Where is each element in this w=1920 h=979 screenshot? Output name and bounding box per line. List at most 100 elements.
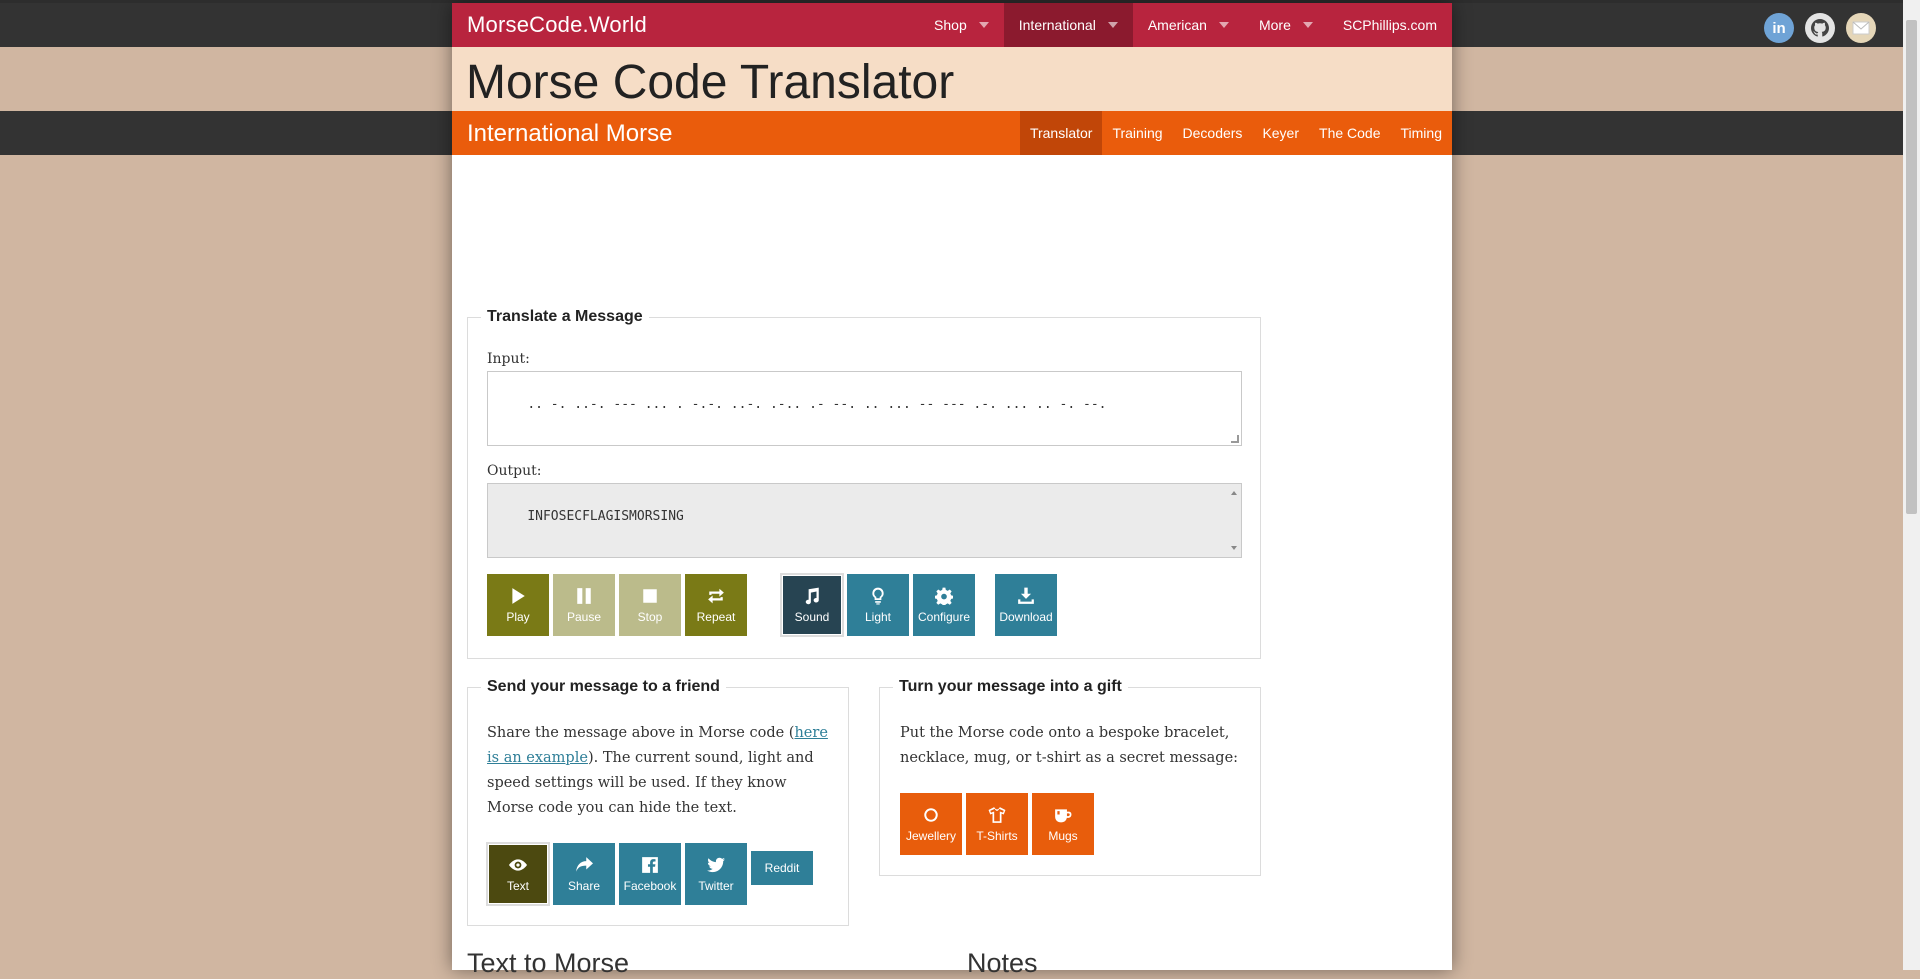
github-icon[interactable] <box>1805 13 1835 43</box>
gift-legend: Turn your message into a gift <box>899 678 1122 695</box>
mugs-button[interactable]: Mugs <box>1032 793 1094 855</box>
input-label: Input: <box>487 351 530 367</box>
page-title: Morse Code Translator <box>466 56 955 109</box>
tshirts-button[interactable]: T-Shirts <box>966 793 1028 855</box>
resize-handle[interactable] <box>1231 435 1239 443</box>
button-gap <box>751 574 781 636</box>
input-text: .. -. ..-. --- ... . -.-. ..-. .-.. .- -… <box>527 397 1107 412</box>
repeat-icon <box>706 586 726 606</box>
tab-timing[interactable]: Timing <box>1391 111 1453 155</box>
eye-icon <box>508 855 528 875</box>
page-header: Morse Code Translator <box>452 47 1452 111</box>
tab-decoders[interactable]: Decoders <box>1173 111 1253 155</box>
nav-international-label: International <box>1018 17 1096 33</box>
sound-button[interactable]: Sound <box>782 575 842 635</box>
light-button[interactable]: Light <box>847 574 909 636</box>
pause-button[interactable]: Pause <box>553 574 615 636</box>
tab-training[interactable]: Training <box>1102 111 1172 155</box>
text-label: Text <box>506 879 529 893</box>
section-subtitle: International Morse <box>467 120 673 147</box>
output-text: INFOSECFLAGISMORSING <box>527 509 684 524</box>
share-button[interactable]: Share <box>553 843 615 905</box>
ring-icon <box>921 805 941 825</box>
nav-international[interactable]: International <box>1003 3 1133 47</box>
send-legend: Send your message to a friend <box>487 678 720 695</box>
jewellery-label: Jewellery <box>905 829 956 843</box>
configure-button[interactable]: Configure <box>913 574 975 636</box>
play-button[interactable]: Play <box>487 574 549 636</box>
pause-label: Pause <box>566 610 602 624</box>
linkedin-icon[interactable]: in <box>1764 13 1794 43</box>
scroll-down-icon[interactable] <box>1231 546 1237 550</box>
nav-scphillips[interactable]: SCPhillips.com <box>1328 3 1452 47</box>
twitter-label: Twitter <box>698 879 734 893</box>
play-icon <box>508 586 528 606</box>
share-icon <box>574 855 594 875</box>
nav-shop-label: Shop <box>934 17 967 33</box>
tab-the-code[interactable]: The Code <box>1309 111 1390 155</box>
twitter-button[interactable]: Twitter <box>685 843 747 905</box>
page-scrollbar[interactable] <box>1903 0 1920 970</box>
gift-description: Put the Morse code onto a bespoke bracel… <box>900 725 1239 766</box>
light-label: Light <box>864 610 892 624</box>
caret-down-icon <box>1107 22 1118 28</box>
mail-icon[interactable] <box>1846 13 1876 43</box>
output-label: Output: <box>487 463 542 479</box>
download-icon <box>1016 586 1036 606</box>
caret-down-icon <box>978 22 989 28</box>
lightbulb-icon <box>868 586 888 606</box>
repeat-button[interactable]: Repeat <box>685 574 747 636</box>
tshirt-icon <box>987 805 1007 825</box>
download-button[interactable]: Download <box>995 574 1057 636</box>
reddit-label: Reddit <box>764 861 800 875</box>
repeat-label: Repeat <box>696 610 736 624</box>
player-buttons: Play Pause Stop Repeat Sound Light Confi… <box>487 574 1061 636</box>
jewellery-button[interactable]: Jewellery <box>900 793 962 855</box>
tab-translator[interactable]: Translator <box>1019 111 1103 155</box>
sound-label: Sound <box>794 610 830 624</box>
scroll-up-icon[interactable] <box>1231 491 1237 495</box>
site-brand[interactable]: MorseCode.World <box>467 12 647 38</box>
caret-down-icon <box>1218 22 1229 28</box>
configure-label: Configure <box>917 610 971 624</box>
tshirts-label: T-Shirts <box>976 829 1018 843</box>
share-buttons: Text Share Facebook Twitter Reddit <box>487 843 817 905</box>
send-description: Share the message above in Morse code (h… <box>487 721 833 821</box>
nav-more[interactable]: More <box>1244 3 1328 47</box>
mug-icon <box>1053 805 1073 825</box>
download-label: Download <box>999 610 1053 624</box>
pause-icon <box>574 586 594 606</box>
translate-legend: Translate a Message <box>487 308 643 325</box>
sub-navbar: International Morse Translator Training … <box>452 111 1452 155</box>
tab-keyer[interactable]: Keyer <box>1252 111 1309 155</box>
nav-american[interactable]: American <box>1133 3 1244 47</box>
page-scrollbar-thumb[interactable] <box>1906 20 1917 514</box>
notes-heading: Notes <box>967 948 1038 978</box>
facebook-icon <box>640 855 660 875</box>
nav-more-label: More <box>1258 17 1291 33</box>
twitter-icon <box>706 855 726 875</box>
page-container: MorseCode.World Shop International Ameri… <box>452 3 1452 978</box>
text-toggle-button[interactable]: Text <box>488 844 548 904</box>
music-icon <box>802 586 822 606</box>
top-nav: Shop International American More SCPhill… <box>919 3 1452 47</box>
top-navbar: MorseCode.World Shop International Ameri… <box>452 3 1452 47</box>
output-textarea[interactable]: INFOSECFLAGISMORSING <box>487 483 1242 558</box>
nav-shop[interactable]: Shop <box>919 3 1004 47</box>
mugs-label: Mugs <box>1048 829 1078 843</box>
facebook-button[interactable]: Facebook <box>619 843 681 905</box>
share-label: Share <box>567 879 601 893</box>
reddit-button[interactable]: Reddit <box>751 851 813 885</box>
gift-buttons: Jewellery T-Shirts Mugs <box>900 793 1098 855</box>
caret-down-icon <box>1302 22 1313 28</box>
text-to-morse-heading: Text to Morse <box>467 948 630 978</box>
stop-icon <box>640 586 660 606</box>
gear-icon <box>934 586 954 606</box>
nav-american-label: American <box>1147 17 1207 33</box>
send-text-before: Share the message above in Morse code ( <box>487 725 795 741</box>
button-gap <box>979 574 995 636</box>
facebook-label: Facebook <box>623 879 677 893</box>
play-label: Play <box>506 610 530 624</box>
input-textarea[interactable]: .. -. ..-. --- ... . -.-. ..-. .-.. .- -… <box>487 371 1242 446</box>
stop-button[interactable]: Stop <box>619 574 681 636</box>
